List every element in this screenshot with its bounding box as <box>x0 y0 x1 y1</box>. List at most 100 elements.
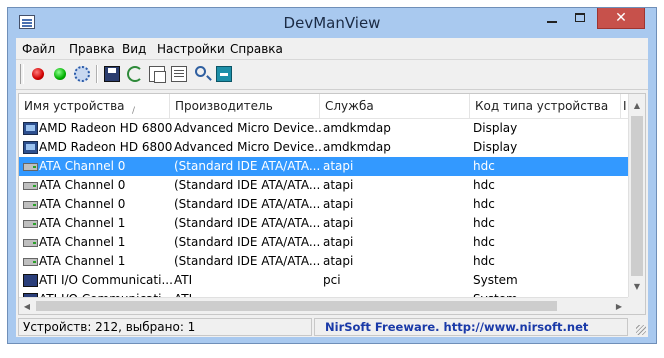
find-icon[interactable] <box>195 66 206 77</box>
minimize-button[interactable] <box>538 8 566 29</box>
cell-device-name: ATA Channel 0 <box>39 178 126 192</box>
html-report-icon[interactable] <box>171 66 187 82</box>
cell-manufacturer: Advanced Micro Device... <box>174 140 322 154</box>
toolbar-grip[interactable] <box>20 64 24 84</box>
column-label: Имя устройства <box>24 99 125 113</box>
refresh-icon[interactable] <box>127 66 143 82</box>
monitor-icon <box>23 141 38 154</box>
cell-manufacturer: (Standard IDE ATA/ATA... <box>174 235 321 249</box>
menu-file[interactable]: Файл <box>22 42 55 56</box>
device-properties-gear-icon[interactable] <box>74 66 90 82</box>
cell-manufacturer: (Standard IDE ATA/ATA... <box>174 254 321 268</box>
status-bar: Устройств: 212, выбрано: 1 NirSoft Freew… <box>16 317 648 337</box>
cell-device-type: hdc <box>473 235 495 249</box>
cell-service: amdkmdap <box>323 121 391 135</box>
column-label: I <box>623 99 627 113</box>
menu-settings[interactable]: Настройки <box>157 42 225 56</box>
cell-device-name: ATA Channel 1 <box>39 216 126 230</box>
cell-manufacturer: (Standard IDE ATA/ATA... <box>174 178 321 192</box>
cell-device-name: AMD Radeon HD 6800... <box>39 121 173 135</box>
table-row[interactable]: ATI I/O Communicati... ATI pci System <box>19 271 628 290</box>
cell-service: atapi <box>323 254 354 268</box>
scroll-left-icon[interactable]: ◀ <box>19 298 35 314</box>
horizontal-scrollbar[interactable]: ◀ ▶ <box>19 297 629 314</box>
column-device-name[interactable]: Имя устройства / <box>19 94 170 118</box>
device-list[interactable]: Имя устройства / Производитель Служба Ко… <box>18 93 646 315</box>
drive-icon <box>23 258 38 266</box>
menu-view[interactable]: Вид <box>122 42 146 56</box>
cell-manufacturer: (Standard IDE ATA/ATA... <box>174 216 321 230</box>
toolbar <box>16 60 648 90</box>
menu-bar: Файл Правка Вид Настройки Справка <box>16 38 648 60</box>
column-label: Код типа устройства <box>475 99 609 113</box>
cell-manufacturer: Advanced Micro Device... <box>174 121 322 135</box>
resize-grip-icon[interactable] <box>636 325 646 335</box>
cell-service: amdkmdap <box>323 140 391 154</box>
cell-device-name: ATA Channel 0 <box>39 159 126 173</box>
save-icon[interactable] <box>104 66 120 82</box>
table-row[interactable]: ATA Channel 1 (Standard IDE ATA/ATA... ata… <box>19 214 628 233</box>
copy-icon[interactable] <box>149 66 166 83</box>
table-row[interactable]: ATA Channel 0 (Standard IDE ATA/ATA... ata… <box>19 195 628 214</box>
disable-red-icon[interactable] <box>32 68 44 80</box>
chip-icon <box>23 274 38 287</box>
cell-device-type: System <box>473 273 518 287</box>
maximize-button[interactable] <box>567 8 595 29</box>
cell-device-type: Display <box>473 140 518 154</box>
list-header: Имя устройства / Производитель Служба Ко… <box>19 94 629 119</box>
drive-icon <box>23 163 38 171</box>
column-service[interactable]: Служба <box>320 94 470 118</box>
enable-green-icon[interactable] <box>54 68 66 80</box>
cell-service: atapi <box>323 159 354 173</box>
title-bar[interactable]: DevManView ✕ <box>8 8 656 38</box>
cell-service: atapi <box>323 235 354 249</box>
status-device-count: Устройств: 212, выбрано: 1 <box>18 318 312 336</box>
vertical-scrollbar[interactable]: ▲ ▼ <box>628 94 645 298</box>
cell-service: atapi <box>323 197 354 211</box>
vertical-scroll-thumb[interactable] <box>631 116 643 276</box>
column-label: Производитель <box>175 99 273 113</box>
toolbar-separator <box>96 65 98 83</box>
table-row[interactable]: ATA Channel 1 (Standard IDE ATA/ATA... ata… <box>19 233 628 252</box>
column-label: Служба <box>325 99 374 113</box>
horizontal-scroll-thumb[interactable] <box>36 301 557 311</box>
table-row[interactable]: ATA Channel 0 (Standard IDE ATA/ATA... ata… <box>19 176 628 195</box>
table-row[interactable]: ATA Channel 0 (Standard IDE ATA/ATA... ata… <box>19 157 628 176</box>
menu-help[interactable]: Справка <box>230 42 283 56</box>
cell-device-name: ATI I/O Communicati... <box>39 273 173 287</box>
cell-service: pci <box>323 273 341 287</box>
cell-device-type: hdc <box>473 254 495 268</box>
table-row[interactable]: ATA Channel 1 (Standard IDE ATA/ATA... ata… <box>19 252 628 271</box>
scrollbar-corner <box>628 297 645 314</box>
cell-device-type: hdc <box>473 178 495 192</box>
nirsoft-link[interactable]: NirSoft Freeware. http://www.nirsoft.net <box>314 318 628 336</box>
cell-device-type: hdc <box>473 216 495 230</box>
cell-manufacturer: (Standard IDE ATA/ATA... <box>174 197 321 211</box>
drive-icon <box>23 220 38 228</box>
sort-indicator-icon: / <box>132 106 136 116</box>
monitor-icon <box>23 122 38 135</box>
cell-device-type: Display <box>473 121 518 135</box>
table-row[interactable]: AMD Radeon HD 6800... Advanced Micro Devi… <box>19 119 628 138</box>
cell-device-name: ATA Channel 1 <box>39 254 126 268</box>
column-device-type-code[interactable]: Код типа устройства <box>470 94 621 118</box>
app-window: DevManView ✕ Файл Правка Вид Настройки С… <box>7 7 657 344</box>
cell-device-type: hdc <box>473 197 495 211</box>
column-manufacturer[interactable]: Производитель <box>170 94 320 118</box>
scroll-right-icon[interactable]: ▶ <box>611 298 627 314</box>
close-button[interactable]: ✕ <box>597 8 645 29</box>
cell-service: atapi <box>323 216 354 230</box>
scroll-up-icon[interactable]: ▲ <box>629 97 645 114</box>
cell-manufacturer: (Standard IDE ATA/ATA... <box>174 159 321 173</box>
exit-icon[interactable] <box>216 66 232 82</box>
menu-edit[interactable]: Правка <box>69 42 115 56</box>
cell-device-name: ATA Channel 0 <box>39 197 126 211</box>
cell-service: atapi <box>323 178 354 192</box>
cell-device-name: ATA Channel 1 <box>39 235 126 249</box>
drive-icon <box>23 182 38 190</box>
cell-manufacturer: ATI <box>174 273 193 287</box>
cell-device-name: AMD Radeon HD 6800... <box>39 140 173 154</box>
table-row[interactable]: AMD Radeon HD 6800... Advanced Micro Devi… <box>19 138 628 157</box>
cell-device-type: hdc <box>473 159 495 173</box>
scroll-down-icon[interactable]: ▼ <box>629 278 645 295</box>
